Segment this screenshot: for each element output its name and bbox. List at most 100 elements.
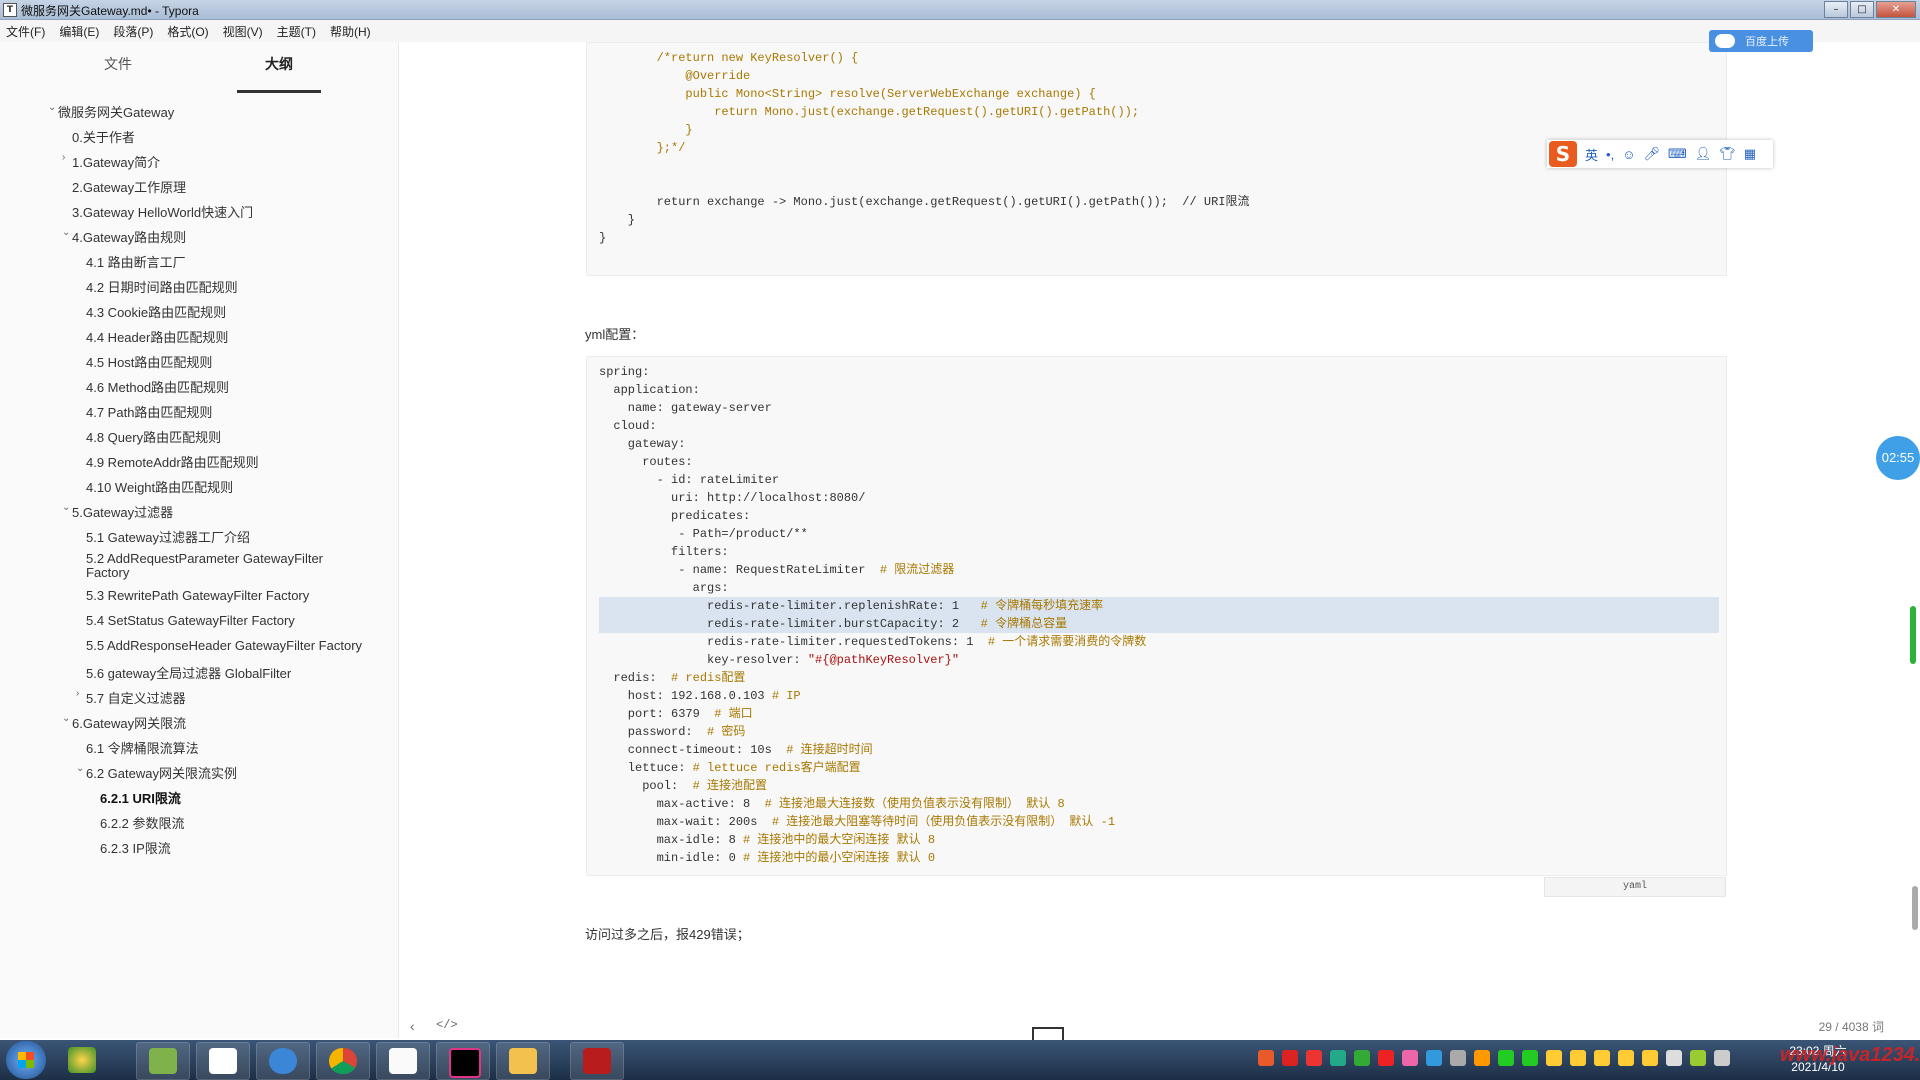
outline-item[interactable]: ⌄ 4.Gateway路由规则 xyxy=(62,227,186,246)
outline-item[interactable]: 4.5 Host路由匹配规则 xyxy=(86,352,212,371)
tray-sogou-icon[interactable] xyxy=(1258,1050,1274,1066)
taskbar-app-chrome[interactable] xyxy=(316,1042,370,1080)
chevron-right-icon[interactable]: › xyxy=(76,688,79,699)
source-mode-toggle[interactable]: </> xyxy=(436,1018,458,1032)
outline-item[interactable]: 6.2.3 IP限流 xyxy=(100,838,171,857)
chevron-down-icon[interactable]: ⌄ xyxy=(48,102,56,113)
taskbar-app-360[interactable] xyxy=(56,1042,108,1078)
close-button[interactable]: ✕ xyxy=(1876,1,1916,18)
microphone-icon[interactable]: 🎤︎ xyxy=(1643,146,1660,162)
tray-app-icon[interactable] xyxy=(1354,1050,1370,1066)
volume-icon[interactable] xyxy=(1666,1050,1682,1066)
start-button[interactable] xyxy=(6,1041,46,1079)
tray-app-icon[interactable] xyxy=(1474,1050,1490,1066)
outline-item[interactable]: ⌄ 微服务网关Gateway xyxy=(48,102,174,121)
scrollbar-thumb[interactable] xyxy=(1912,886,1918,930)
tray-app-icon[interactable] xyxy=(1690,1050,1706,1066)
tray-app-icon[interactable] xyxy=(1450,1050,1466,1066)
ime-toolbar[interactable]: S 英 •, ☺ 🎤︎ ⌨ 👤︎ 👕︎ ▦ xyxy=(1547,140,1773,168)
word-count[interactable]: 29 / 4038 词 xyxy=(1819,1018,1884,1035)
tab-outline[interactable]: 大纲 xyxy=(265,54,293,74)
maximize-button[interactable]: □ xyxy=(1850,1,1874,18)
tray-qq-icon[interactable] xyxy=(1570,1050,1586,1066)
outline-item[interactable]: › 5.7 自定义过滤器 xyxy=(76,688,186,707)
outline-item[interactable]: 4.6 Method路由匹配规则 xyxy=(86,377,229,396)
outline-item[interactable]: 5.6 gateway全局过滤器 GlobalFilter xyxy=(86,663,291,682)
outline-item[interactable]: ⌄ 6.2 Gateway网关限流实例 xyxy=(76,763,237,782)
outline-item[interactable]: 6.1 令牌桶限流算法 xyxy=(86,738,199,757)
chevron-right-icon[interactable]: › xyxy=(62,152,65,163)
tray-app-icon[interactable] xyxy=(1426,1050,1442,1066)
taskbar-app-typora[interactable] xyxy=(376,1042,430,1080)
back-arrow-icon[interactable]: ‹ xyxy=(410,1018,415,1034)
user-icon[interactable]: 👤︎ xyxy=(1695,146,1712,162)
outline-item[interactable]: 6.2.1 URI限流 xyxy=(100,788,181,807)
outline-item[interactable]: › 1.Gateway简介 xyxy=(62,152,160,171)
outline-item[interactable]: 5.5 AddResponseHeader GatewayFilter Fact… xyxy=(86,638,362,653)
taskbar-app-recorder[interactable] xyxy=(570,1042,624,1080)
menu-item-2[interactable]: 段落(P) xyxy=(113,23,153,40)
taskbar-app-explorer[interactable] xyxy=(496,1042,550,1080)
outline-item[interactable]: 5.4 SetStatus GatewayFilter Factory xyxy=(86,613,295,628)
network-icon[interactable] xyxy=(1714,1050,1730,1066)
tray-qq-icon[interactable] xyxy=(1618,1050,1634,1066)
taskbar-app-intellij[interactable] xyxy=(436,1042,490,1080)
outline-item[interactable]: 0.关于作者 xyxy=(72,127,135,146)
outline-item[interactable]: 3.Gateway HelloWorld快速入门 xyxy=(72,202,253,221)
chevron-down-icon[interactable]: ⌄ xyxy=(62,502,70,513)
tray-shield-icon[interactable] xyxy=(1330,1050,1346,1066)
outline-item[interactable]: 4.9 RemoteAddr路由匹配规则 xyxy=(86,452,259,471)
chevron-down-icon[interactable]: ⌄ xyxy=(76,763,84,774)
menu-item-3[interactable]: 格式(O) xyxy=(167,23,208,40)
outline-item[interactable]: ⌄ 6.Gateway网关限流 xyxy=(62,713,186,732)
menu-item-6[interactable]: 帮助(H) xyxy=(330,23,371,40)
tab-files[interactable]: 文件 xyxy=(104,54,132,74)
menu-item-4[interactable]: 视图(V) xyxy=(223,23,263,40)
outline-item[interactable]: 4.8 Query路由匹配规则 xyxy=(86,427,221,446)
scroll-indicator-green[interactable] xyxy=(1910,606,1916,664)
taskbar-app-browser[interactable] xyxy=(256,1042,310,1080)
ime-language-toggle[interactable]: 英 xyxy=(1585,145,1598,164)
menu-item-0[interactable]: 文件(F) xyxy=(6,23,45,40)
menu-item-1[interactable]: 编辑(E) xyxy=(59,23,99,40)
outline-item[interactable]: 4.4 Header路由匹配规则 xyxy=(86,327,228,346)
code-language-tag[interactable]: yaml xyxy=(1544,877,1726,897)
outline-item[interactable]: 4.2 日期时间路由匹配规则 xyxy=(86,277,238,296)
outline-item[interactable]: 2.Gateway工作原理 xyxy=(72,177,186,196)
menu-item-5[interactable]: 主题(T) xyxy=(277,23,316,40)
skin-icon[interactable]: 👕︎ xyxy=(1719,146,1736,162)
tray-wps-icon[interactable] xyxy=(1282,1050,1298,1066)
tray-qq-icon[interactable] xyxy=(1642,1050,1658,1066)
outline-item[interactable]: 4.10 Weight路由匹配规则 xyxy=(86,477,233,496)
outline-item[interactable]: 5.1 Gateway过滤器工厂介绍 xyxy=(86,527,250,546)
tray-app-icon[interactable] xyxy=(1522,1050,1538,1066)
outline-item[interactable]: 5.2 AddRequestParameter GatewayFilter Fa… xyxy=(86,552,356,580)
tray-qq-icon[interactable] xyxy=(1594,1050,1610,1066)
yaml-code-block[interactable]: spring: application: name: gateway-serve… xyxy=(586,356,1727,876)
keyboard-icon[interactable]: ⌨ xyxy=(1668,146,1687,162)
chevron-down-icon[interactable]: ⌄ xyxy=(62,227,70,238)
tray-app-icon[interactable] xyxy=(1306,1050,1322,1066)
outline-item[interactable]: 6.2.2 参数限流 xyxy=(100,813,185,832)
chevron-down-icon[interactable]: ⌄ xyxy=(62,713,70,724)
tray-wechat-icon[interactable] xyxy=(1498,1050,1514,1066)
tray-app-icon[interactable] xyxy=(1402,1050,1418,1066)
editor-content[interactable]: /*return new KeyResolver() { @Override p… xyxy=(399,42,1920,1038)
recording-timer[interactable]: 02:55 xyxy=(1876,436,1920,480)
outline-item[interactable]: ⌄ 5.Gateway过滤器 xyxy=(62,502,173,521)
outline-item[interactable]: 5.3 RewritePath GatewayFilter Factory xyxy=(86,588,309,603)
outline-item[interactable]: 4.7 Path路由匹配规则 xyxy=(86,402,212,421)
taskbar-app-java[interactable] xyxy=(196,1042,250,1080)
minimize-button[interactable]: – xyxy=(1824,1,1848,18)
code-line: - name: RequestRateLimiter # 限流过滤器 xyxy=(599,561,954,579)
punctuation-icon[interactable]: •, xyxy=(1606,147,1614,162)
emoji-icon[interactable]: ☺ xyxy=(1622,147,1635,162)
tray-app-icon[interactable] xyxy=(1378,1050,1394,1066)
grid-icon[interactable]: ▦ xyxy=(1744,146,1756,162)
baidu-upload-widget[interactable]: 百度上传 xyxy=(1709,30,1813,52)
outline-item[interactable]: 4.3 Cookie路由匹配规则 xyxy=(86,302,226,321)
taskbar-app-notepad[interactable] xyxy=(136,1042,190,1080)
tray-qq-icon[interactable] xyxy=(1546,1050,1562,1066)
outline-item[interactable]: 4.1 路由断言工厂 xyxy=(86,252,186,271)
code-text: connect-timeout: 10s xyxy=(599,743,787,757)
